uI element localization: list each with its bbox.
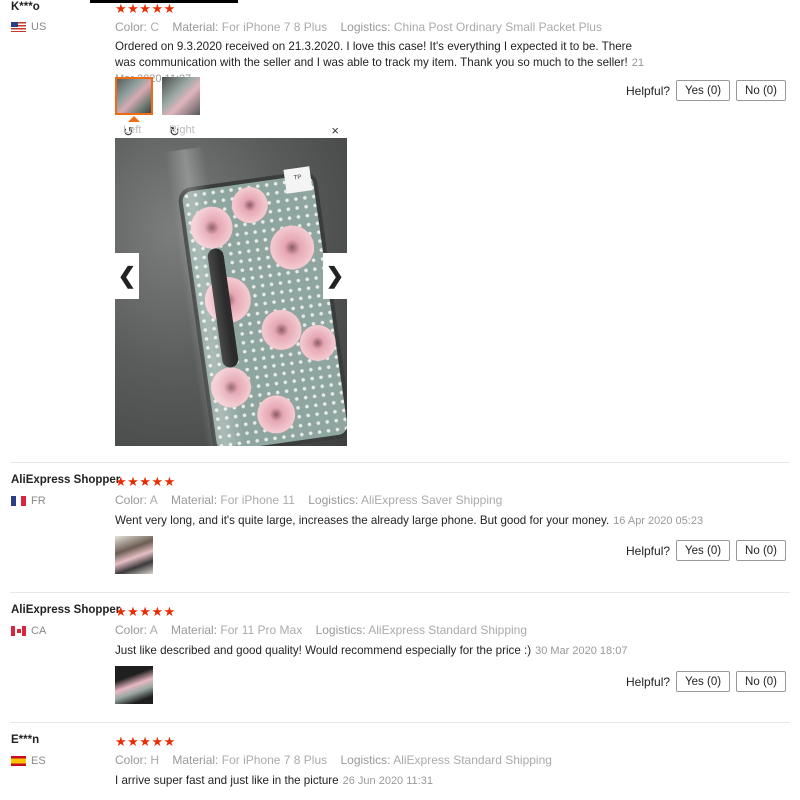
helpful-votes: Helpful? Yes (0) No (0) <box>626 540 786 561</box>
review-text: I arrive super fast and just like in the… <box>115 774 433 787</box>
helpful-yes-button[interactable]: Yes (0) <box>676 671 731 692</box>
review-divider <box>10 722 790 723</box>
chevron-left-icon: ❮ <box>117 263 137 288</box>
review-attributes: Color: C Material: For iPhone 7 8 Plus L… <box>115 20 602 34</box>
package-tag: TP <box>283 166 313 194</box>
next-photo-button[interactable]: ❯ <box>323 253 347 299</box>
star-rating: ★★★★★ <box>115 604 176 619</box>
reviewer-country: US <box>11 21 46 33</box>
prev-photo-button[interactable]: ❮ <box>115 253 139 299</box>
helpful-no-button[interactable]: No (0) <box>736 671 786 692</box>
review-attributes: Color: H Material: For iPhone 7 8 Plus L… <box>115 753 552 767</box>
review-divider <box>10 592 790 593</box>
review-attributes: Color: A Material: For iPhone 11 Logisti… <box>115 493 503 507</box>
helpful-votes: Helpful? Yes (0) No (0) <box>626 80 786 101</box>
chevron-right-icon: ❯ <box>325 263 345 288</box>
review-attributes: Color: A Material: For 11 Pro Max Logist… <box>115 623 528 637</box>
helpful-label: Helpful? <box>626 543 671 558</box>
star-rating: ★★★★★ <box>115 1 176 16</box>
review-date: 16 Apr 2020 05:23 <box>613 515 704 527</box>
reviewer-name: AliExpress Shopper <box>11 474 121 486</box>
close-icon[interactable]: × <box>331 123 339 138</box>
review-photo-thumb-1[interactable] <box>115 77 153 115</box>
review-photo-thumb[interactable] <box>115 666 153 704</box>
review-text: Went very long, and it's quite large, in… <box>115 514 704 527</box>
review-date: 30 Mar 2020 18:07 <box>535 645 628 657</box>
review-photo-large: TP ❮ ❯ <box>115 138 347 446</box>
reviewer-name: E***n <box>11 734 40 746</box>
review-photo-thumb[interactable] <box>115 536 153 574</box>
photo-viewer-toolbar: ↺ Left ↻ Right × <box>123 123 339 139</box>
reviewer-name: AliExpress Shopper <box>11 604 121 616</box>
helpful-votes: Helpful? Yes (0) No (0) <box>626 671 786 692</box>
helpful-no-button[interactable]: No (0) <box>736 80 786 101</box>
reviewer-country: CA <box>11 625 46 637</box>
fr-flag-icon <box>11 496 26 506</box>
helpful-label: Helpful? <box>626 674 671 689</box>
es-flag-icon <box>11 756 26 766</box>
review-date: 26 Jun 2020 11:31 <box>342 775 433 787</box>
star-rating: ★★★★★ <box>115 734 176 749</box>
helpful-yes-button[interactable]: Yes (0) <box>676 80 731 101</box>
reviewer-name: K***o <box>11 1 40 13</box>
ca-flag-icon <box>11 626 26 636</box>
review-divider <box>10 462 790 463</box>
review-photo-thumb-2[interactable] <box>162 77 200 115</box>
helpful-label: Helpful? <box>626 83 671 98</box>
us-flag-icon <box>11 22 26 32</box>
reviewer-country: FR <box>11 495 46 507</box>
review-text: Just like described and good quality! Wo… <box>115 644 628 657</box>
helpful-yes-button[interactable]: Yes (0) <box>676 540 731 561</box>
helpful-no-button[interactable]: No (0) <box>736 540 786 561</box>
star-rating: ★★★★★ <box>115 474 176 489</box>
reviewer-country: ES <box>11 755 46 767</box>
